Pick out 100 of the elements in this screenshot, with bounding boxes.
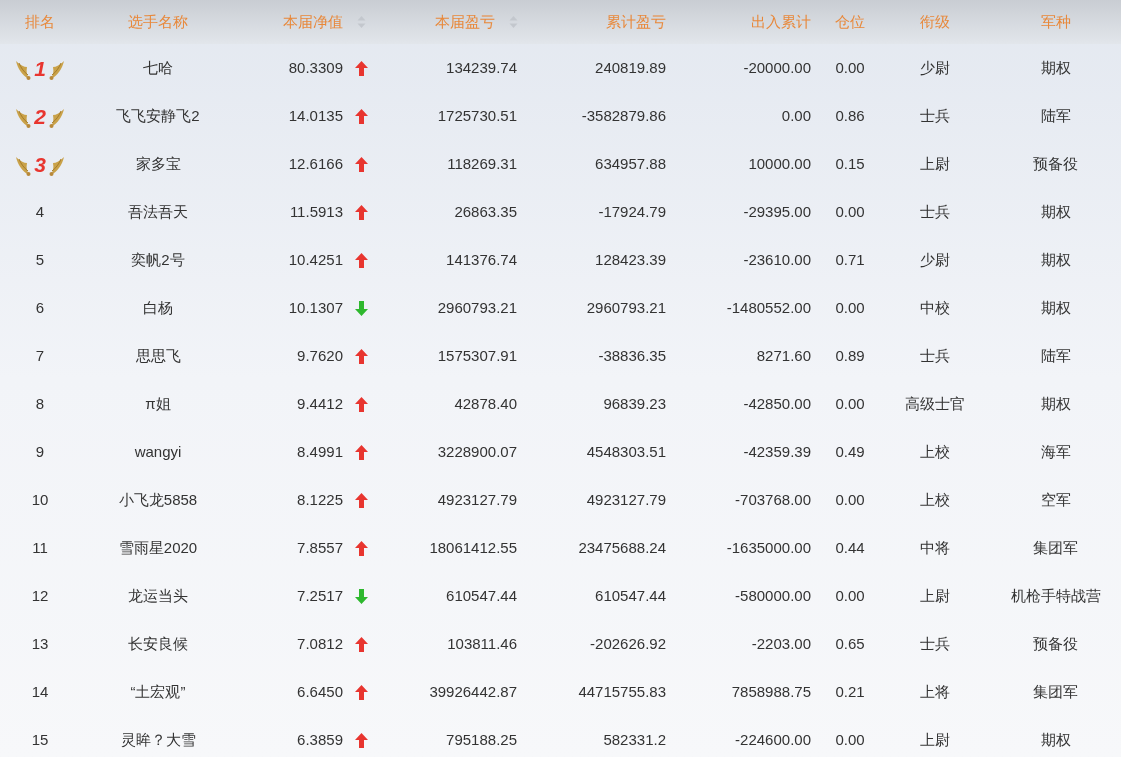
rank-title: 士兵 — [920, 105, 950, 126]
rank-number: 15 — [31, 729, 49, 750]
total-profit-value: -38836.35 — [598, 345, 666, 366]
column-header: 选手名称 — [128, 11, 188, 32]
profit-value: 134239.74 — [446, 57, 517, 78]
player-name: 小飞龙5858 — [118, 489, 198, 510]
net-value: 7.8557 — [297, 537, 343, 558]
flow-value: -703768.00 — [735, 489, 811, 510]
rank-title: 士兵 — [920, 633, 950, 654]
rank-title: 士兵 — [920, 345, 950, 366]
profit-value: 39926442.87 — [429, 681, 517, 702]
column-header: 累计盈亏 — [606, 11, 666, 32]
player-name: 雪雨星2020 — [118, 537, 198, 558]
position-value: 0.21 — [835, 681, 865, 702]
position-value: 0.71 — [835, 249, 865, 270]
branch-name: 陆军 — [1040, 105, 1071, 126]
player-name: 长安良候 — [128, 633, 188, 654]
profit-value: 141376.74 — [446, 249, 517, 270]
net-value: 8.4991 — [297, 441, 343, 462]
flow-value: 0.00 — [781, 105, 811, 126]
position-value: 0.65 — [835, 633, 865, 654]
column-header: 排名 — [25, 11, 55, 32]
rank-number: 13 — [31, 633, 49, 654]
total-profit-value: -202626.92 — [590, 633, 666, 654]
branch-name: 集团军 — [1033, 681, 1078, 702]
player-name: 吾法吾天 — [128, 201, 188, 222]
position-value: 0.00 — [835, 393, 865, 414]
rank-medal: 3 — [14, 149, 66, 179]
position-value: 0.44 — [835, 537, 865, 558]
total-profit-value: 2960793.21 — [586, 297, 666, 318]
rank-title: 上尉 — [920, 729, 950, 750]
player-name: 思思飞 — [135, 345, 181, 366]
rank-number: 8 — [35, 393, 45, 414]
profit-value: 795188.25 — [446, 729, 517, 750]
flow-value: -2203.00 — [751, 633, 811, 654]
flow-value: -1635000.00 — [726, 537, 811, 558]
rank-title: 中将 — [920, 537, 950, 558]
rank-number: 6 — [35, 297, 45, 318]
total-profit-value: -3582879.86 — [581, 105, 666, 126]
player-name: 奕帆2号 — [131, 249, 185, 270]
flow-value: -23610.00 — [743, 249, 811, 270]
player-name: 白杨 — [143, 297, 173, 318]
net-value: 9.4412 — [297, 393, 343, 414]
rank-number: 9 — [35, 441, 45, 462]
rank-title: 上尉 — [920, 585, 950, 606]
total-profit-value: 96839.23 — [603, 393, 666, 414]
profit-value: 103811.46 — [447, 633, 517, 654]
position-value: 0.00 — [835, 297, 865, 318]
total-profit-value: 634957.88 — [595, 153, 666, 174]
branch-name: 集团军 — [1033, 537, 1078, 558]
total-profit-value: 23475688.24 — [578, 537, 666, 558]
branch-name: 期权 — [1040, 249, 1071, 270]
net-value: 14.0135 — [288, 105, 343, 126]
position-value: 0.00 — [835, 585, 865, 606]
net-value: 11.5913 — [289, 201, 343, 222]
column-header: 仓位 — [835, 11, 865, 32]
branch-name: 期权 — [1040, 201, 1071, 222]
net-value: 6.6450 — [297, 681, 343, 702]
flow-value: -580000.00 — [735, 585, 811, 606]
flow-value: -20000.00 — [743, 57, 811, 78]
flow-value: -224600.00 — [735, 729, 811, 750]
player-name: 灵眸？大雪 — [120, 729, 196, 750]
rank-number: 7 — [35, 345, 45, 366]
player-name: 飞飞安静飞2 — [116, 105, 200, 126]
position-value: 0.86 — [835, 105, 865, 126]
rank-medal: 1 — [14, 53, 66, 83]
column-header: 军种 — [1040, 11, 1071, 32]
net-value: 7.2517 — [297, 585, 343, 606]
position-value: 0.00 — [835, 57, 865, 78]
branch-name: 预备役 — [1033, 633, 1078, 654]
position-value: 0.89 — [835, 345, 865, 366]
branch-name: 陆军 — [1040, 345, 1071, 366]
total-profit-value: 128423.39 — [595, 249, 666, 270]
column-header[interactable]: 本届净值 — [283, 10, 366, 34]
sort-icon[interactable] — [357, 15, 366, 29]
profit-value: 3228900.07 — [437, 441, 517, 462]
player-name: 七哈 — [143, 57, 173, 78]
flow-value: -29395.00 — [743, 201, 811, 222]
column-header[interactable]: 本届盈亏 — [435, 10, 518, 34]
player-name: π姐 — [145, 393, 171, 414]
rank-title: 上将 — [920, 681, 950, 702]
rank-title: 上校 — [920, 489, 950, 510]
net-value: 9.7620 — [297, 345, 343, 366]
column-header: 衔级 — [920, 11, 950, 32]
rank-title: 中校 — [920, 297, 950, 318]
player-name: 家多宝 — [135, 153, 181, 174]
rank-title: 上尉 — [920, 153, 950, 174]
total-profit-value: 582331.2 — [603, 729, 666, 750]
total-profit-value: -17924.79 — [598, 201, 666, 222]
flow-value: 10000.00 — [748, 153, 811, 174]
sort-icon[interactable] — [509, 15, 518, 29]
profit-value: 2960793.21 — [437, 297, 517, 318]
net-value: 7.0812 — [297, 633, 343, 654]
net-value: 10.1307 — [288, 297, 343, 318]
branch-name: 期权 — [1040, 57, 1071, 78]
profit-value: 18061412.55 — [429, 537, 517, 558]
flow-value: 8271.60 — [756, 345, 811, 366]
net-value: 10.4251 — [288, 249, 343, 270]
profit-value: 4923127.79 — [437, 489, 517, 510]
player-name: “土宏观” — [130, 681, 186, 702]
